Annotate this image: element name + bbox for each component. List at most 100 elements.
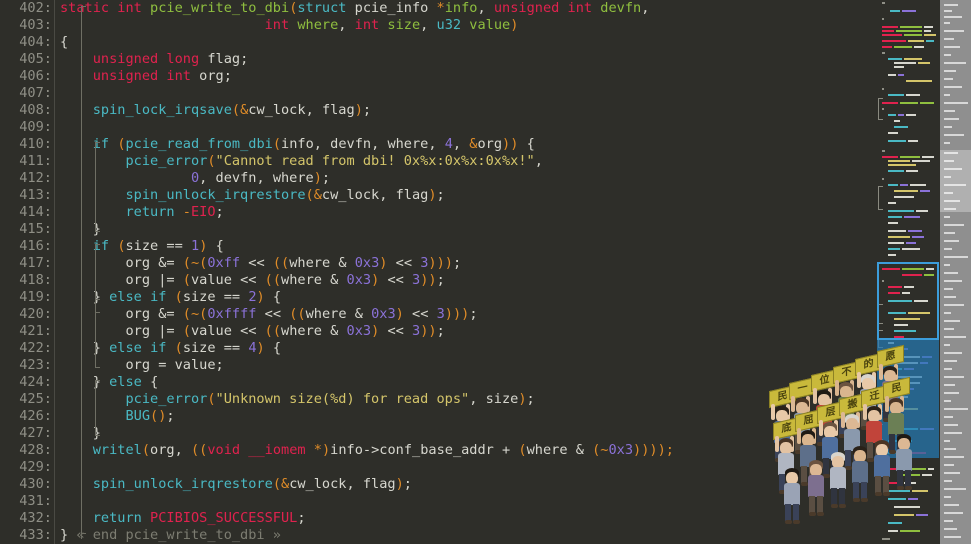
code-text[interactable]: return -EIO; — [55, 204, 876, 221]
minimap-code-segment — [908, 140, 918, 142]
code-line[interactable]: 421: org |= (value << ((where & 0x3) << … — [0, 323, 876, 340]
code-text[interactable]: } « end pcie_write_to_dbi » — [55, 527, 876, 544]
code-line[interactable]: 408: spin_lock_irqsave(&cw_lock, flag); — [0, 102, 876, 119]
line-number: 429: — [19, 459, 52, 475]
line-number: 413: — [19, 187, 52, 203]
code-text[interactable]: pcie_error("Unknown size(%d) for read op… — [55, 391, 876, 408]
code-text[interactable]: spin_unlock_irqrestore(&cw_lock, flag); — [55, 476, 876, 493]
overview-tick — [944, 320, 960, 322]
code-line[interactable]: 417: org &= (~(0xff << ((where & 0x3) <<… — [0, 255, 876, 272]
code-token: , — [452, 136, 470, 152]
code-text[interactable]: 0, devfn, where); — [55, 170, 876, 187]
scrollbar-thumb[interactable] — [940, 150, 971, 212]
code-text[interactable]: } else if (size == 4) { — [55, 340, 876, 357]
code-text[interactable]: unsigned long flag; — [55, 51, 876, 68]
minimap-code-segment — [894, 318, 920, 320]
minimap-code-segment — [882, 156, 898, 158]
code-line[interactable]: 413: spin_unlock_irqrestore(&cw_lock, fl… — [0, 187, 876, 204]
fold-guide-line — [95, 380, 96, 436]
code-text[interactable]: } — [55, 425, 876, 442]
minimap[interactable] — [876, 0, 940, 544]
code-line[interactable]: 412: 0, devfn, where); — [0, 170, 876, 187]
code-line[interactable]: 427: } — [0, 425, 876, 442]
code-text[interactable]: org = value; — [55, 357, 876, 374]
code-token: if — [150, 340, 167, 356]
code-text[interactable]: { — [55, 34, 876, 51]
code-line[interactable]: 430: spin_unlock_irqrestore(&cw_lock, fl… — [0, 476, 876, 493]
code-text[interactable]: if (pcie_read_from_dbi(info, devfn, wher… — [55, 136, 876, 153]
code-line[interactable]: 419: } else if (size == 2) { — [0, 289, 876, 306]
code-text[interactable]: writel(org, ((void __iomem *)info->conf_… — [55, 442, 876, 459]
code-text[interactable]: } — [55, 221, 876, 238]
code-text[interactable]: } else { — [55, 374, 876, 391]
code-line[interactable]: 411: pcie_error("Cannot read from dbi! 0… — [0, 153, 876, 170]
code-line[interactable]: 406: unsigned int org; — [0, 68, 876, 85]
code-text[interactable]: org &= (~(0xffff << ((where & 0x3) << 3)… — [55, 306, 876, 323]
minimap-code-segment — [902, 274, 922, 276]
code-line[interactable]: 423: org = value; — [0, 357, 876, 374]
code-token: ))) — [444, 306, 470, 322]
code-token: , — [305, 102, 322, 118]
code-token: where — [387, 136, 429, 152]
code-token: , — [477, 0, 494, 16]
code-line[interactable]: 428: writel(org, ((void __iomem *)info->… — [0, 442, 876, 459]
editor-lines[interactable]: 402: static int pcie_write_to_dbi(struct … — [0, 0, 876, 544]
code-line[interactable]: 433:} « end pcie_write_to_dbi » — [0, 527, 876, 544]
code-line[interactable]: 432: return PCIBIOS_SUCCESSFUL; — [0, 510, 876, 527]
code-line[interactable]: 426: BUG(); — [0, 408, 876, 425]
overview-tick — [944, 528, 957, 530]
minimap-code-segment — [906, 242, 916, 244]
code-text[interactable]: pcie_error("Cannot read from dbi! 0x%x:0… — [55, 153, 876, 170]
code-token: PCIBIOS_SUCCESSFUL — [150, 510, 298, 526]
code-text[interactable]: org |= (value << ((where & 0x3) << 3)); — [55, 323, 876, 340]
code-text[interactable]: int where, int size, u32 value) — [55, 17, 876, 34]
code-text[interactable]: BUG(); — [55, 408, 876, 425]
code-line[interactable]: 420: org &= (~(0xffff << ((where & 0x3) … — [0, 306, 876, 323]
overview-tick — [944, 54, 951, 56]
code-line[interactable]: 415: } — [0, 221, 876, 238]
code-line[interactable]: 403: int where, int size, u32 value) — [0, 17, 876, 34]
code-text[interactable]: org &= (~(0xff << ((where & 0x3) << 3)))… — [55, 255, 876, 272]
code-line[interactable]: 414: return -EIO; — [0, 204, 876, 221]
code-line[interactable]: 431: — [0, 493, 876, 510]
code-text[interactable]: return PCIBIOS_SUCCESSFUL; — [55, 510, 876, 527]
editor-pane[interactable]: 402: static int pcie_write_to_dbi(struct … — [0, 0, 876, 544]
code-line[interactable]: 409: — [0, 119, 876, 136]
code-line[interactable]: 416: if (size == 1) { — [0, 238, 876, 255]
overview-tick — [944, 62, 966, 64]
code-line[interactable]: 402: static int pcie_write_to_dbi(struct … — [0, 0, 876, 17]
code-token: int — [264, 17, 290, 33]
code-token: size — [182, 340, 216, 356]
code-line[interactable]: 404: { — [0, 34, 876, 51]
overview-tick — [944, 328, 954, 330]
code-line[interactable]: 410: if (pcie_read_from_dbi(info, devfn,… — [0, 136, 876, 153]
minimap-code-segment — [912, 160, 930, 162]
overview-tick — [944, 472, 960, 474]
code-line[interactable]: 405: unsigned long flag; — [0, 51, 876, 68]
code-line[interactable]: 429: — [0, 459, 876, 476]
code-text[interactable]: if (size == 1) { — [55, 238, 876, 255]
overview-tick — [944, 86, 962, 88]
code-line[interactable]: 424: } else { — [0, 374, 876, 391]
code-line[interactable]: 407: — [0, 85, 876, 102]
minimap-code-segment — [888, 254, 896, 256]
minimap-code-segment — [888, 482, 902, 484]
code-text[interactable]: unsigned int org; — [55, 68, 876, 85]
minimap-code-segment — [896, 30, 922, 32]
code-text[interactable]: static int pcie_write_to_dbi(struct pcie… — [55, 0, 876, 17]
code-token: , — [256, 170, 273, 186]
code-text[interactable]: spin_lock_irqsave(&cw_lock, flag); — [55, 102, 876, 119]
minimap-code-segment — [902, 248, 920, 250]
code-line[interactable]: 422: } else if (size == 4) { — [0, 340, 876, 357]
code-line[interactable]: 418: org |= (value << ((where & 0x3) << … — [0, 272, 876, 289]
code-text[interactable]: org |= (value << ((where & 0x3) << 3)); — [55, 272, 876, 289]
code-text[interactable]: } else if (size == 2) { — [55, 289, 876, 306]
code-text[interactable]: spin_unlock_irqrestore(&cw_lock, flag); — [55, 187, 876, 204]
overview-scrollbar[interactable] — [940, 0, 971, 544]
minimap-code-segment — [902, 468, 926, 470]
code-line[interactable]: 425: pcie_error("Unknown size(%d) for re… — [0, 391, 876, 408]
